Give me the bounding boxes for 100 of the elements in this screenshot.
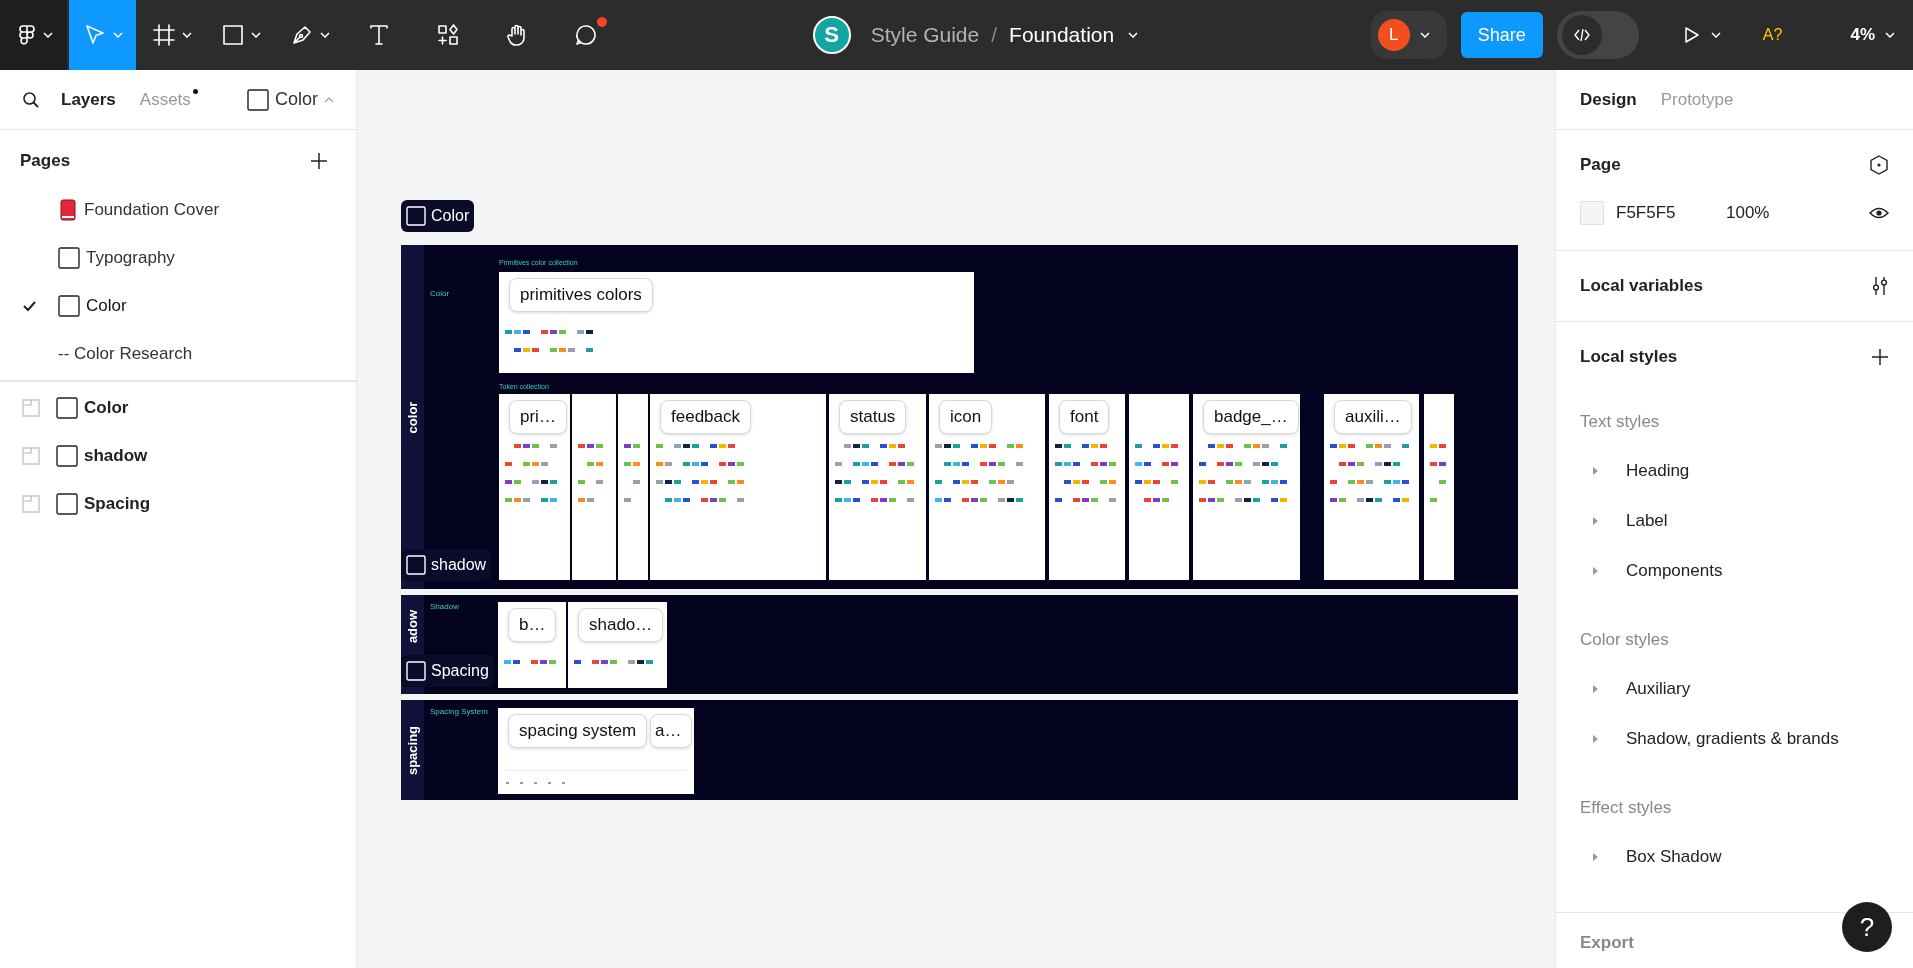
caret-icon xyxy=(324,95,334,104)
pen-icon xyxy=(290,23,314,47)
color-swatches-drawing xyxy=(1055,444,1116,502)
section-caption: Color xyxy=(430,289,450,298)
hexagon-icon[interactable] xyxy=(1869,155,1889,175)
plus-icon[interactable] xyxy=(1871,348,1889,366)
section-icon xyxy=(22,495,40,513)
square-icon xyxy=(247,88,269,111)
section-title: Pages xyxy=(20,151,71,171)
section-title: Page xyxy=(1580,155,1621,175)
search-icon[interactable] xyxy=(22,91,39,108)
fill-value[interactable]: F5F5F5 xyxy=(1616,203,1726,223)
color-swatch[interactable] xyxy=(1580,201,1604,225)
frame-label[interactable]: b… xyxy=(508,608,557,642)
frame-label[interactable]: font xyxy=(1059,400,1110,434)
square-icon xyxy=(406,206,426,226)
frame-card[interactable] xyxy=(1129,394,1189,580)
section-side-label: color xyxy=(405,401,420,433)
color-swatches-drawing xyxy=(1135,444,1178,502)
style-group-item[interactable]: Shadow, gradients & brands xyxy=(1580,714,1889,764)
color-swatches-drawing xyxy=(504,660,556,664)
caret-icon xyxy=(42,32,53,38)
user-avatar: L xyxy=(1377,19,1410,51)
canvas[interactable] xyxy=(357,70,1555,968)
frame-label[interactable]: auxili… xyxy=(1334,400,1412,434)
frame-label[interactable]: status xyxy=(839,400,907,434)
sliders-icon[interactable] xyxy=(1871,276,1889,296)
section-title: Local variables xyxy=(1580,276,1703,296)
frame-label[interactable]: badge_… xyxy=(1203,400,1299,434)
page-item[interactable]: Color xyxy=(0,282,356,330)
frame-label[interactable]: spacing system xyxy=(508,714,648,748)
frame-card[interactable] xyxy=(1049,394,1125,580)
layer-name[interactable]: Spacing xyxy=(84,494,151,514)
frame-label[interactable]: primitives colors xyxy=(509,278,653,312)
layer-name[interactable]: shadow xyxy=(84,446,148,466)
section-title: Local styles xyxy=(1580,347,1678,367)
section-title: Export xyxy=(1580,933,1634,952)
color-swatches-drawing xyxy=(624,444,640,502)
square-icon xyxy=(58,295,80,317)
group-title: Color styles xyxy=(1580,629,1670,651)
style-group-item[interactable]: Components xyxy=(1580,546,1889,596)
style-group-item[interactable]: Label xyxy=(1580,496,1889,546)
square-icon xyxy=(58,247,80,269)
color-swatches-drawing xyxy=(505,444,557,502)
present-button[interactable] xyxy=(1682,26,1721,44)
section-icon xyxy=(22,447,40,465)
section-tag[interactable]: Spacing xyxy=(401,655,494,687)
square-icon xyxy=(56,397,78,419)
path-separator: / xyxy=(991,23,998,47)
section-caption: Shadow xyxy=(430,602,459,611)
section-frame[interactable]: spacing Spacing System spacing system a… xyxy=(401,700,1518,800)
group-title: Text styles xyxy=(1580,411,1661,433)
caret-icon xyxy=(1885,32,1895,38)
section-tag[interactable]: Color xyxy=(401,200,475,232)
frame-card[interactable] xyxy=(929,394,1045,580)
page-item[interactable]: -- Color Research xyxy=(0,330,356,378)
plus-icon[interactable] xyxy=(310,152,328,170)
style-group-item[interactable]: Heading xyxy=(1580,446,1889,496)
frame-icon xyxy=(151,23,176,47)
section-icon xyxy=(22,399,40,417)
frame-label[interactable]: shado… xyxy=(578,608,664,642)
section-caption: Spacing System xyxy=(430,707,488,716)
frame-label[interactable]: feedback xyxy=(660,400,751,434)
style-group-item[interactable]: Box Shadow xyxy=(1580,832,1889,882)
panel-tab[interactable]: Design xyxy=(1580,89,1637,110)
ai-button[interactable]: A? xyxy=(1762,26,1783,44)
caret-icon xyxy=(1419,32,1430,38)
section-tag[interactable]: shadow xyxy=(401,549,492,581)
layer-name[interactable]: Color xyxy=(84,398,129,418)
color-swatches-drawing xyxy=(1430,444,1446,502)
shapes-icon xyxy=(436,23,461,47)
frame-card[interactable] xyxy=(650,394,826,580)
square-icon xyxy=(56,445,78,467)
play-icon xyxy=(1682,26,1701,44)
book-icon xyxy=(58,199,78,221)
zoom-menu[interactable]: 4% xyxy=(1850,25,1895,45)
eye-icon[interactable] xyxy=(1869,205,1889,221)
frame-label[interactable]: pri… xyxy=(509,400,567,434)
user-menu-button[interactable]: L xyxy=(1370,11,1447,59)
section-side-label: spacing xyxy=(405,725,420,775)
caret-icon xyxy=(1128,32,1139,38)
dev-mode-toggle[interactable] xyxy=(1556,11,1639,59)
page-item[interactable]: Typography xyxy=(0,234,356,282)
square-icon xyxy=(56,493,78,515)
page-menu[interactable]: Color xyxy=(247,88,334,111)
square-icon xyxy=(406,555,426,575)
page-item[interactable]: Foundation Cover xyxy=(0,186,356,234)
project-name[interactable]: Style Guide xyxy=(870,23,980,47)
file-name-menu[interactable]: Foundation xyxy=(1009,23,1139,47)
opacity-value[interactable]: 100% xyxy=(1726,203,1770,223)
frame-label[interactable]: icon xyxy=(939,400,993,434)
main-menu-button[interactable] xyxy=(0,0,68,70)
section-side-label: adow xyxy=(405,609,420,644)
style-group-item[interactable]: Auxiliary xyxy=(1580,664,1889,714)
panel-tab[interactable]: Layers xyxy=(61,89,116,110)
color-swatches-drawing xyxy=(578,444,603,502)
frame-label[interactable]: a… xyxy=(650,714,693,748)
square-icon xyxy=(406,661,426,681)
group-title: Effect styles xyxy=(1580,797,1673,819)
speech-bubble-icon xyxy=(574,23,599,47)
